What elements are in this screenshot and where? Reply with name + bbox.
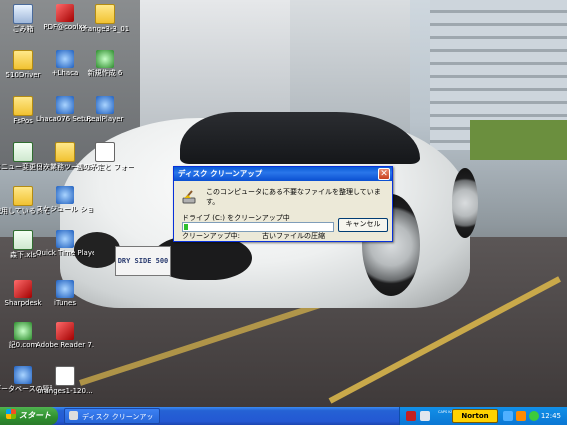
app-green-icon: [14, 322, 32, 340]
start-button[interactable]: スタート: [0, 407, 58, 425]
taskbar-button-disk-cleanup[interactable]: ディスク クリーンアップ: [64, 408, 160, 437]
tray-extra-icon[interactable]: [516, 411, 526, 421]
desktop-icon-label: oranges1-120...: [37, 387, 93, 395]
close-button[interactable]: ✕: [378, 168, 390, 180]
desktop-icon[interactable]: Adobe Reader 7.0: [36, 322, 94, 349]
license-plate: DRY SIDE 500: [115, 246, 171, 276]
app-green-icon: [96, 50, 114, 68]
folder-icon: [55, 142, 75, 162]
security-icon[interactable]: [406, 411, 416, 421]
dialog-title: ディスク クリーンアップ: [178, 169, 263, 178]
desktop-icon[interactable]: 新規作成 6: [76, 50, 134, 77]
folder-icon: [13, 50, 33, 70]
app-blue-icon: [56, 50, 74, 68]
desktop-icon[interactable]: スケジュール ショートカット: [36, 186, 94, 213]
close-icon: ✕: [380, 169, 388, 179]
car-wheel-rear: [452, 168, 478, 238]
app-blue-icon: [56, 280, 74, 298]
app-blue-icon: [56, 230, 74, 248]
car-windshield: [180, 112, 420, 164]
dialog-title-bar[interactable]: ディスク クリーンアップ ✕: [174, 167, 392, 181]
norton-button[interactable]: Norton: [452, 409, 498, 423]
desktop-icon[interactable]: orange3-3_01: [76, 4, 134, 33]
desktop-icon[interactable]: 週の予定と フォーム: [76, 142, 134, 171]
recycle-icon: [13, 4, 33, 24]
task-button-label: ディスク クリーンアップ: [65, 413, 154, 437]
desktop-icon-label: Adobe Reader 7.0: [36, 341, 94, 349]
disk-cleanup-icon: [182, 190, 196, 204]
folder-icon: [95, 4, 115, 24]
sheet-icon: [13, 142, 33, 162]
desktop-background: DRY SIDE 500 ごみ箱 PDF@coolxx orange3-3_01 51…: [0, 0, 567, 407]
desktop-icon-label: 新規作成 6: [87, 69, 123, 77]
progress-fill: [184, 224, 190, 230]
status-value: 古いファイルの圧縮: [262, 232, 326, 240]
app-blue-icon: [96, 96, 114, 114]
taskbar: スタート ディスク クリーンアップ CAPS KANA Norton 12:45: [0, 407, 567, 437]
app-blue-icon: [56, 186, 74, 204]
windows-logo-icon: [6, 409, 16, 419]
desktop-icon-label: RealPlayer: [86, 115, 124, 123]
hedge: [470, 120, 567, 160]
desktop-icon-label: Quick Time Player: [36, 249, 94, 257]
desktop-icon-label: スケジュール ショートカット: [36, 205, 94, 213]
sheet-icon: [13, 230, 33, 250]
app-red-icon: [56, 322, 74, 340]
cleanup-status: クリーンアップ中: 古いファイルの圧縮: [182, 231, 325, 241]
system-tray: CAPS KANA Norton 12:45: [399, 407, 567, 425]
desktop-icon[interactable]: Quick Time Player: [36, 230, 94, 257]
app-red-icon: [14, 280, 32, 298]
dialog-message: このコンピュータにある不要なファイルを整理しています。: [206, 188, 381, 206]
desktop-icon-label: iTunes: [54, 299, 76, 307]
disk-cleanup-dialog: ディスク クリーンアップ ✕ このコンピュータにある不要なファイルを整理していま…: [173, 166, 393, 242]
doc-icon: [55, 366, 75, 386]
start-label: スタート: [19, 411, 51, 420]
status-label: クリーンアップ中:: [182, 232, 241, 240]
desktop-icon[interactable]: oranges1-120...: [36, 366, 94, 395]
disk-cleanup-task-icon: [69, 411, 78, 420]
app-blue-icon: [14, 366, 32, 384]
desktop-icon[interactable]: iTunes: [36, 280, 94, 307]
volume-icon[interactable]: [503, 411, 513, 421]
folder-icon: [13, 186, 33, 206]
folder-icon: [13, 96, 33, 116]
desktop-icon[interactable]: RealPlayer: [76, 96, 134, 123]
desktop-icon-label: 週の予定と フォーム: [76, 163, 134, 171]
app-blue-icon: [56, 96, 74, 114]
app-red-icon: [56, 4, 74, 22]
help-icon[interactable]: [529, 411, 539, 421]
cancel-button[interactable]: キャンセル: [338, 218, 388, 232]
desktop-icon-label: orange3-3_01: [80, 25, 130, 33]
network-icon[interactable]: [420, 411, 430, 421]
clock: 12:45: [540, 412, 561, 420]
doc-icon: [95, 142, 115, 162]
